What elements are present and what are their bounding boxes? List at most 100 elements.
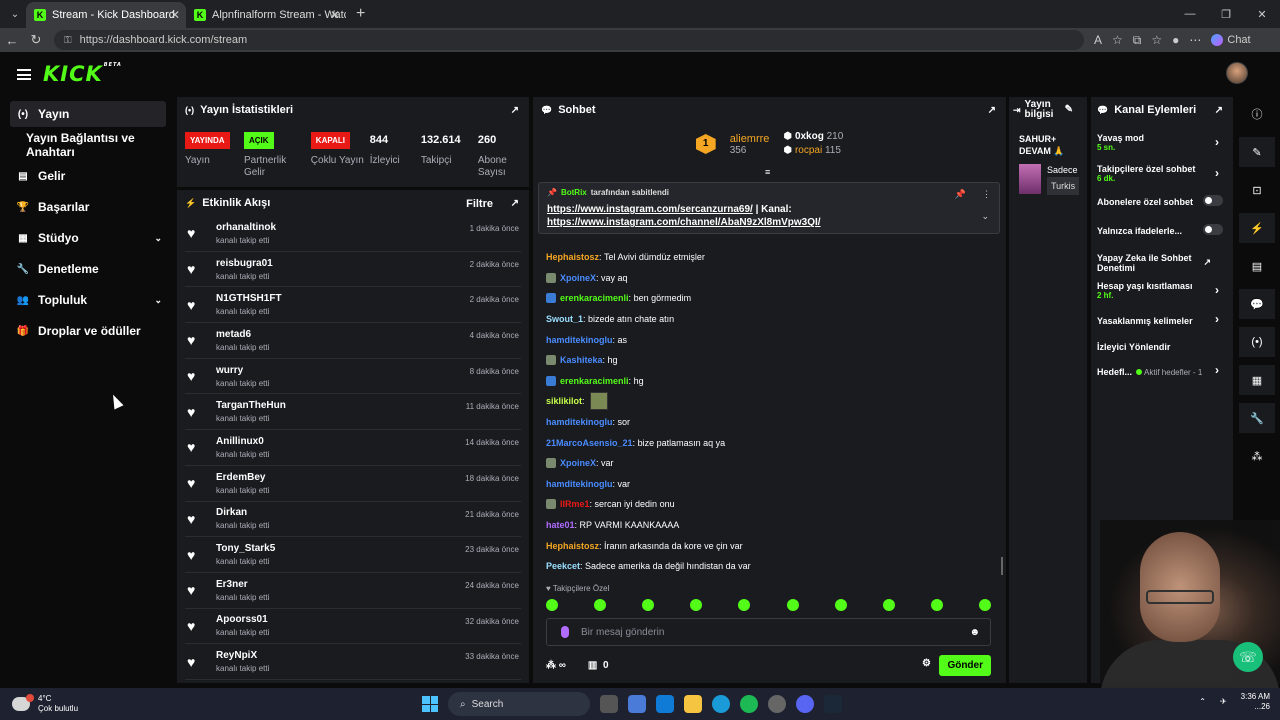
action-banned-words[interactable]: Yasaklanmış kelimeler › <box>1091 312 1233 334</box>
emoji-icon[interactable]: ☻ <box>969 627 980 638</box>
file-explorer-icon[interactable] <box>684 695 702 713</box>
copilot-app-icon[interactable] <box>628 695 646 713</box>
maximize-button[interactable]: ❐ <box>1208 0 1244 28</box>
favorite-icon[interactable]: ☆ <box>1112 33 1123 47</box>
sidebar-item-stream-key[interactable]: Yayın Bağlantısı ve Anahtarı <box>10 131 166 159</box>
filter-button[interactable]: Filtre <box>466 198 493 210</box>
more-icon[interactable]: ⋯ <box>1189 33 1201 47</box>
chat-username[interactable]: hamditekinoglu <box>546 417 613 427</box>
notes-icon[interactable]: ▤ <box>1239 251 1275 281</box>
weather-widget[interactable]: 4°C Çok bulutlu <box>12 694 78 714</box>
activity-user[interactable]: TarganTheHun <box>216 400 286 411</box>
store-icon[interactable]: ▥ <box>588 660 597 671</box>
support-chat-icon[interactable]: ☏ <box>1233 642 1263 672</box>
chat-scrollbar[interactable] <box>1001 557 1003 575</box>
chat-username[interactable]: IIRme1 <box>560 499 590 509</box>
action-followers-only[interactable]: Takipçilere özel sohbet 6 dk. › <box>1091 164 1233 190</box>
activity-user[interactable]: orhanaltinok <box>216 222 276 233</box>
unpin-icon[interactable]: 📌 <box>955 189 966 200</box>
chat-username[interactable]: hamditekinoglu <box>546 335 613 345</box>
favorites-icon[interactable]: ☆ <box>1151 33 1162 47</box>
emote-icon[interactable] <box>546 599 558 611</box>
site-info-icon[interactable]: ⚿ <box>64 35 72 46</box>
chat-input[interactable]: Bir mesaj gönderin ☻ <box>546 618 991 646</box>
collapse-icon[interactable]: ⇥ <box>1013 105 1021 115</box>
pinned-by-user[interactable]: BotRix <box>561 188 587 197</box>
tab-watch-live[interactable]: K Alpnfinalform Stream - Watch Live ✕ <box>186 2 346 28</box>
tab-kick-dashboard[interactable]: K Stream - Kick Dashboard ✕ <box>26 2 186 28</box>
copilot-button[interactable]: Chat <box>1211 34 1251 46</box>
wrench-icon[interactable]: 🔧 <box>1239 403 1275 433</box>
chat-username[interactable]: erenkaracimenli <box>560 293 629 303</box>
windows-start-icon[interactable] <box>422 696 438 712</box>
chat-username[interactable]: siklikilot <box>546 396 582 406</box>
pinned-link[interactable]: https://www.instagram.com/channel/AbaN9z… <box>547 217 821 228</box>
action-subs-only[interactable]: Abonelere özel sohbet <box>1091 195 1233 219</box>
minimize-button[interactable]: — <box>1172 0 1208 28</box>
emote-icon[interactable] <box>594 599 607 611</box>
mic-icon[interactable] <box>561 626 569 638</box>
back-button[interactable]: ← <box>0 33 24 48</box>
sidebar-item-studyo[interactable]: ▦ Stüdyo ⌄ <box>10 225 166 251</box>
chat-username[interactable]: Hephaistosz <box>546 541 599 551</box>
action-redirect[interactable]: İzleyici Yönlendir <box>1091 337 1233 359</box>
emote-icon[interactable] <box>642 599 655 611</box>
edge-browser-icon[interactable] <box>712 695 730 713</box>
action-goals[interactable]: Hedefl... Aktif hedefler - 1 › <box>1091 362 1233 384</box>
broadcast-icon[interactable]: (•) <box>1239 327 1275 357</box>
chat-username[interactable]: XpoineX <box>560 458 596 468</box>
subs-only-toggle[interactable] <box>1203 195 1223 206</box>
activity-user[interactable]: N1GTHSH1FT <box>216 293 282 304</box>
activity-user[interactable]: Apoorss01 <box>216 614 269 625</box>
menu-icon[interactable] <box>17 68 31 80</box>
action-ai-moderation[interactable]: Yapay Zeka ile Sohbet Denetimi ↗ <box>1091 253 1211 281</box>
read-aloud-icon[interactable]: A <box>1094 33 1102 47</box>
wifi-icon[interactable]: ✈ <box>1220 697 1227 707</box>
store-app-icon[interactable] <box>656 695 674 713</box>
task-view-icon[interactable] <box>600 695 618 713</box>
chat-username[interactable]: Peekcet <box>546 561 580 571</box>
screenshot-icon[interactable]: ⊡ <box>1239 175 1275 205</box>
extensions-icon[interactable]: ⧉ <box>1133 33 1142 48</box>
popout-icon[interactable]: ↗ <box>511 105 519 116</box>
activity-user[interactable]: Er3ner <box>216 579 269 590</box>
steam-icon[interactable] <box>824 695 842 713</box>
url-bar[interactable]: ⚿ https://dashboard.kick.com/stream <box>54 30 1084 50</box>
sidebar-item-gelir[interactable]: ▤ Gelir <box>10 163 166 189</box>
community-icon[interactable]: ⁂ <box>1239 441 1275 471</box>
clock[interactable]: 3:36 AM ...26 <box>1241 692 1270 712</box>
collapse-filter-icon[interactable]: ≡ <box>765 167 770 177</box>
activity-user[interactable]: ErdemBey <box>216 472 269 483</box>
more-icon[interactable]: ⋮ <box>982 189 991 200</box>
chat-username[interactable]: hamditekinoglu <box>546 479 613 489</box>
category-name[interactable]: Sadece <box>1047 163 1079 177</box>
sidebar-item-basarilar[interactable]: 🏆 Başarılar <box>10 194 166 220</box>
points-icon[interactable]: ⁂ <box>546 660 556 671</box>
chat-icon[interactable]: 💬 <box>1239 289 1275 319</box>
popout-icon[interactable]: ↗ <box>1215 105 1223 116</box>
leader-first[interactable]: aliemrre 356 <box>730 133 770 156</box>
obs-icon[interactable] <box>768 695 786 713</box>
leader-second[interactable]: ⬢ 0xkog 210 <box>783 130 843 144</box>
discord-icon[interactable] <box>796 695 814 713</box>
activity-user[interactable]: Dirkan <box>216 507 269 518</box>
reload-button[interactable]: ↻ <box>24 32 48 48</box>
info-icon[interactable]: ⓘ <box>1239 99 1275 129</box>
sidebar-item-yayin[interactable]: (•) Yayın <box>10 101 166 127</box>
close-icon[interactable]: ✕ <box>170 8 180 22</box>
edit-icon[interactable]: ✎ <box>1239 137 1275 167</box>
close-icon[interactable]: ✕ <box>330 8 340 22</box>
taskbar-search[interactable]: ⌕ Search <box>448 692 590 716</box>
lightning-icon[interactable]: ⚡ <box>1239 213 1275 243</box>
activity-user[interactable]: ReyNpiX <box>216 650 269 661</box>
sidebar-item-topluluk[interactable]: 👥 Topluluk ⌄ <box>10 287 166 313</box>
action-account-age[interactable]: Hesap yaşı kısıtlaması 2 hf. › <box>1091 281 1233 307</box>
chat-username[interactable]: Swout_1 <box>546 314 583 324</box>
edit-icon[interactable]: ✎ <box>1065 105 1073 115</box>
close-window-button[interactable]: ✕ <box>1244 0 1280 28</box>
chat-username[interactable]: Hephaistosz <box>546 252 599 262</box>
chat-username[interactable]: Kashiteka <box>560 355 603 365</box>
tray-chevron-icon[interactable]: ⌃ <box>1199 697 1206 707</box>
emote-icon[interactable] <box>978 599 991 611</box>
profile-icon[interactable]: ● <box>1172 33 1179 47</box>
